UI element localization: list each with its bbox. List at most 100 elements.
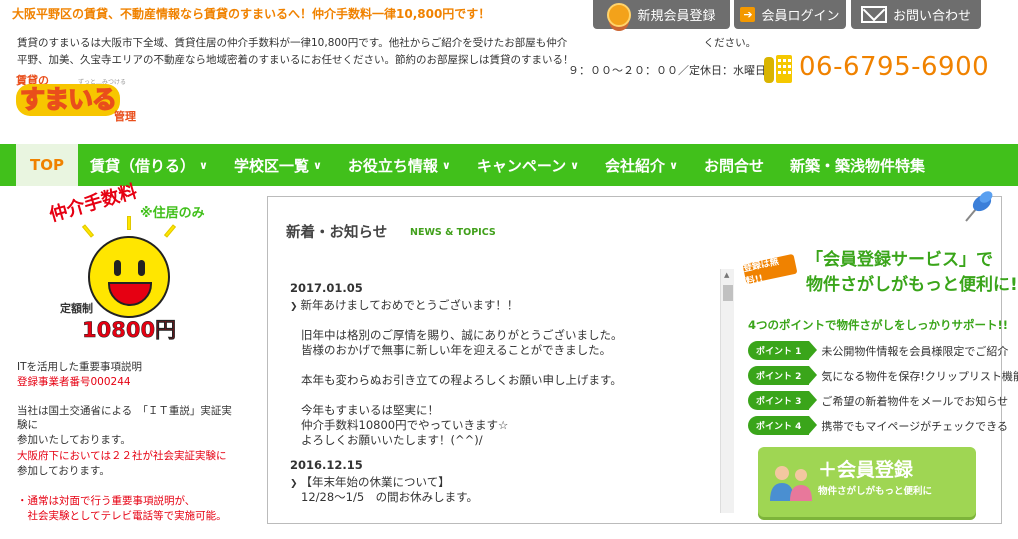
left-paragraph-line: 参加しております。: [17, 465, 110, 477]
nav-item-label: 会社紹介: [605, 156, 666, 175]
sun-ray-icon: [163, 224, 177, 238]
point-tag: ポイント 4: [748, 416, 818, 435]
news-line: 仲介手数料10800円でやっていきます☆: [301, 418, 509, 432]
register-sublabel: 物件さがしがもっと便利に: [818, 486, 933, 497]
logo-main-text: すまいる: [16, 84, 121, 116]
it-explanation-title: ITを活用した重要事項説明: [17, 361, 143, 373]
site-logo[interactable]: 賃貸の ずっと…みつける すまいる 管理: [16, 72, 136, 124]
news-spacer: [290, 388, 732, 403]
nav-item-useful-info[interactable]: お役立ち情報 ∨: [348, 144, 451, 186]
left-paragraph-line: ・通常は対面で行う重要事項説明が、: [17, 495, 196, 507]
nav-item-new-properties[interactable]: 新築・築浅物件特集: [790, 144, 925, 186]
pushpin-icon: [965, 191, 993, 222]
chevron-down-icon: ∨: [312, 158, 322, 172]
chevron-down-icon: ∨: [570, 158, 580, 172]
caret-right-icon: ❯: [290, 479, 298, 489]
fee-promo-banner[interactable]: 仲介手数料 ※住居のみ 定額制 10800円: [46, 181, 226, 344]
news-headline-link[interactable]: ❯ 【年末年始の休業について】: [290, 474, 732, 490]
member-heading-line1: 「会員登録サービス」で: [806, 250, 993, 270]
sun-eye: [138, 260, 145, 276]
scrollbar-thumb[interactable]: [723, 285, 733, 301]
point-text: 携帯でもマイページがチェックできる: [821, 419, 1008, 433]
nav-item-label: お問合せ: [704, 156, 765, 175]
contact-button-label: お問い合わせ: [892, 9, 971, 24]
member-heading-line2: 物件さがしがもっと便利に!: [806, 275, 1018, 295]
news-line: 本年も変わらぬお引き立ての程よろしくお願い申し上げます。: [301, 373, 622, 387]
arrow-right-icon: ➔: [740, 7, 756, 22]
sun-mouth: [108, 282, 152, 306]
news-headline-link[interactable]: ❯ 新年あけましておめでとうございます！！: [290, 297, 732, 313]
nav-item-company[interactable]: 会社紹介 ∨: [605, 144, 678, 186]
news-scrollbar[interactable]: ▲: [720, 269, 734, 513]
register-button-label: 新規会員登録: [637, 9, 716, 24]
left-paragraph-line: 当社は国土交通省による 「ＩＴ重説」実証実: [17, 405, 232, 417]
news-spacer: [290, 358, 732, 373]
point-text: ご希望の新着物件をメールでお知らせ: [821, 394, 1009, 408]
point-text: 未公開物件情報を会員様限定でご紹介: [821, 344, 1009, 358]
phone-icon: [764, 55, 792, 83]
news-subtitle: NEWS & TOPICS: [410, 227, 496, 238]
news-title: 新着・お知らせ: [286, 225, 388, 241]
member-register-button[interactable]: ＋会員登録 物件さがしがもっと便利に: [758, 447, 976, 517]
login-button[interactable]: ➔ 会員ログイン: [734, 0, 846, 29]
nav-item-label: お役立ち情報: [347, 156, 438, 175]
phone-number[interactable]: 06-6795-6900: [799, 52, 989, 82]
registration-number: 登録事業者番号000244: [17, 376, 131, 388]
register-label: ＋会員登録: [818, 459, 914, 481]
left-paragraph-line: 社会実験としてテレビ電話等で実施可能。: [17, 510, 227, 522]
nav-item-label: 学校区一覧: [233, 156, 309, 175]
caret-right-icon: ❯: [290, 302, 298, 312]
intro-text-line2: 平野、加美、久宝寺エリアの不動産なら地域密着のすまいるにお任せください。節約のお…: [17, 54, 574, 66]
news-spacer: [290, 313, 732, 328]
nav-item-label: 新築・築浅物件特集: [790, 156, 926, 175]
point-tag: ポイント 1: [748, 341, 818, 360]
intro-text-line1: 賃貸のすまいるは大阪市下全域、賃貸住居の仲介手数料が一律10,800円です。他社…: [17, 37, 757, 49]
contact-button[interactable]: お問い合わせ: [851, 0, 981, 29]
nav-item-label: TOP: [30, 156, 64, 174]
news-headline-text: 新年あけましておめでとうございます！！: [300, 298, 519, 312]
member-point: ポイント 4 携帯でもマイページがチェックできる: [748, 416, 1008, 435]
business-hours: ９：００〜２０：００／定休日：水曜日: [568, 64, 766, 77]
nav-item-label: 賃貸（借りる）: [89, 156, 195, 175]
news-line: 皆様のおかげで無事に新しい年を迎えることができました。: [301, 343, 612, 357]
nav-item-label: キャンペーン: [476, 156, 567, 175]
news-list: 2017.01.05 ❯ 新年あけましておめでとうございます！！ 旧年中は格別のご…: [290, 275, 732, 513]
logo-suffix: 管理: [114, 110, 136, 123]
nav-item-campaign[interactable]: キャンペーン ∨: [477, 144, 579, 186]
scroll-up-icon[interactable]: ▲: [724, 271, 729, 279]
login-button-label: 会員ログイン: [761, 9, 840, 24]
news-line: 12/28〜1/5 の間お休みします。: [301, 490, 478, 504]
point-tag: ポイント 2: [748, 366, 818, 385]
news-headline-text: 【年末年始の休業について】: [300, 475, 450, 489]
nav-item-rent[interactable]: 賃貸（借りる） ∨: [90, 144, 208, 186]
left-paragraph-line: 大阪府下においては２２社が社会実証実験に: [17, 450, 227, 462]
point-text: 気になる物件を保存!クリップリスト機能: [821, 369, 1018, 383]
smiley-sun-icon: [88, 236, 170, 318]
news-date: 2017.01.05: [290, 281, 363, 295]
sun-ray-icon: [127, 216, 131, 230]
free-badge: 登録は無料!!: [742, 253, 798, 287]
left-paragraph-line: 参加いたしております。: [17, 434, 131, 446]
member-service-banner[interactable]: 登録は無料!! 「会員登録サービス」で 物件さがしがもっと便利に! 4つのポイン…: [734, 237, 1018, 519]
envelope-icon: [860, 6, 887, 23]
member-point: ポイント 1 未公開物件情報を会員様限定でご紹介: [748, 341, 1008, 360]
nav-item-school-districts[interactable]: 学校区一覧 ∨: [234, 144, 322, 186]
register-button[interactable]: 新規会員登録: [593, 0, 730, 29]
member-point: ポイント 3 ご希望の新着物件をメールでお知らせ: [748, 391, 1008, 410]
news-panel: 新着・お知らせ NEWS & TOPICS 2017.01.05 ❯ 新年あけまし…: [267, 191, 1018, 524]
nav-item-top[interactable]: TOP: [16, 144, 78, 186]
member-point: ポイント 2 気になる物件を保存!クリップリスト機能: [748, 366, 1018, 385]
news-date: 2016.12.15: [290, 458, 363, 472]
sun-eye: [114, 260, 121, 276]
chevron-down-icon: ∨: [669, 158, 678, 172]
member-support-text: 4つのポイントで物件さがしをしっかりサポート!!: [748, 318, 1008, 332]
sun-ray-icon: [81, 224, 95, 238]
nav-item-contact[interactable]: お問合せ: [704, 144, 764, 186]
people-icon: [770, 466, 812, 501]
news-line: 今年もすまいるは堅実に！: [301, 403, 439, 417]
promo-amount: 10800円: [82, 318, 177, 343]
site-tagline: 大阪平野区の賃貸、不動産情報なら賃貸のすまいるへ！仲介手数料一律10,800円で…: [12, 7, 491, 21]
medal-icon: [607, 2, 632, 27]
news-line: よろしくお願いいたします！(^^)/: [301, 433, 483, 447]
promo-residential-only: ※住居のみ: [140, 206, 205, 221]
